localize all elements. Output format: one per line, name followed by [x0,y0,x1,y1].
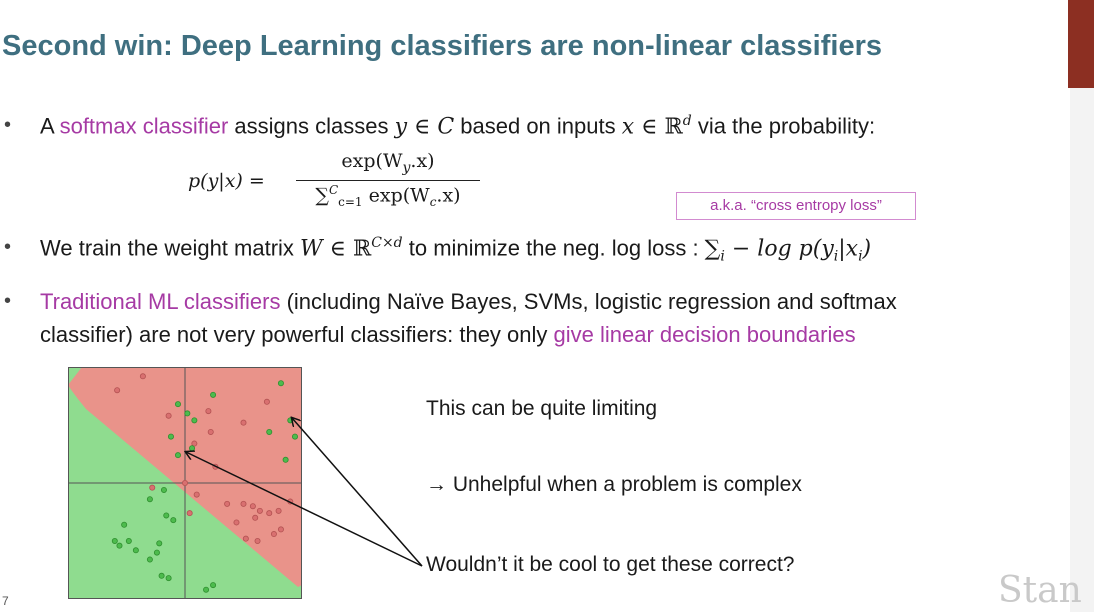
stanford-watermark: Stan [998,570,1082,611]
arrow-to-right-point [292,418,423,567]
note-cool: Wouldn’t it be cool to get these correct… [426,553,795,576]
arrow-overlay [0,0,423,567]
arrow-to-left-point [186,452,423,567]
note-limiting: This can be quite limiting [426,397,658,420]
note-unhelpful: → Unhelpful when a problem is complex [426,473,802,496]
page-mark: 7 [2,594,9,608]
